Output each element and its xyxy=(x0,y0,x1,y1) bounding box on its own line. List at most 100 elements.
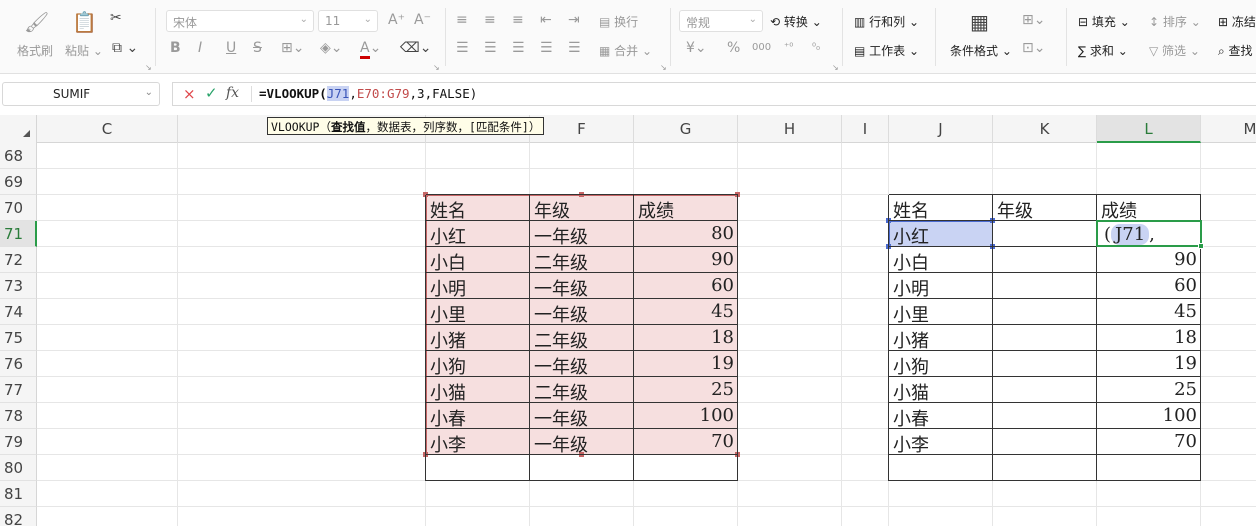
row-header-68[interactable]: 68 xyxy=(0,143,37,169)
copy-icon[interactable]: ⧉ ⌄ xyxy=(112,40,138,56)
insert-function-icon[interactable]: fx xyxy=(226,85,239,101)
left-table-name-cell[interactable]: 小春 xyxy=(426,403,530,429)
column-header-m[interactable]: M xyxy=(1201,115,1256,143)
column-header-g[interactable]: G xyxy=(634,115,738,143)
left-table-name-cell[interactable]: 小狗 xyxy=(426,351,530,377)
left-table-score-cell[interactable]: 45 xyxy=(634,299,738,325)
convert-button[interactable]: ⟲ 转换 ⌄ xyxy=(770,13,822,30)
left-table-header[interactable]: 姓名 xyxy=(426,195,530,221)
right-table-header[interactable]: 成绩 xyxy=(1097,195,1201,221)
align-expand-icon[interactable]: ↘ xyxy=(660,63,667,72)
row-header-82[interactable]: 82 xyxy=(0,507,37,526)
row-header-71[interactable]: 71 xyxy=(0,221,37,247)
decrease-font-icon[interactable]: A⁻ xyxy=(414,12,431,28)
fill-color-icon[interactable]: ◈⌄ xyxy=(320,40,343,56)
left-table-name-cell[interactable]: 小里 xyxy=(426,299,530,325)
sort-button[interactable]: ↕ 排序 ⌄ xyxy=(1149,13,1201,30)
right-table-score-cell[interactable]: 60 xyxy=(1097,273,1201,299)
right-table-name-cell[interactable]: 小李 xyxy=(889,429,993,455)
align-top-icon[interactable]: ≡ xyxy=(456,12,468,28)
row-header-69[interactable]: 69 xyxy=(0,169,37,195)
right-table-score-cell[interactable]: 25 xyxy=(1097,377,1201,403)
enter-icon[interactable]: ✓ xyxy=(205,84,218,102)
right-table-score-cell[interactable]: 100 xyxy=(1097,403,1201,429)
font-size-select[interactable]: 11 ⌄ xyxy=(318,10,378,32)
left-table-score-cell[interactable]: 90 xyxy=(634,247,738,273)
left-table-grade-cell[interactable]: 一年级 xyxy=(530,351,634,377)
left-table-header[interactable]: 年级 xyxy=(530,195,634,221)
row-header-75[interactable]: 75 xyxy=(0,325,37,351)
cut-icon[interactable]: ✂ xyxy=(110,10,122,26)
format-painter-icon[interactable]: 🖌 xyxy=(24,10,49,34)
left-table-grade-cell[interactable]: 二年级 xyxy=(530,247,634,273)
left-table-name-cell[interactable]: 小猪 xyxy=(426,325,530,351)
right-table-name-cell[interactable]: 小猪 xyxy=(889,325,993,351)
left-table-score-cell[interactable]: 100 xyxy=(634,403,738,429)
row-header-81[interactable]: 81 xyxy=(0,481,37,507)
left-table-score-cell[interactable]: 70 xyxy=(634,429,738,455)
clipboard-expand-icon[interactable]: ↘ xyxy=(145,63,152,72)
left-table-name-cell[interactable]: 小白 xyxy=(426,247,530,273)
sum-button[interactable]: ∑ 求和 ⌄ xyxy=(1078,42,1128,59)
number-expand-icon[interactable]: ↘ xyxy=(832,63,839,72)
left-table-grade-cell[interactable]: 二年级 xyxy=(530,377,634,403)
left-table-name-cell[interactable]: 小李 xyxy=(426,429,530,455)
conditional-format-button[interactable]: 条件格式 ⌄ xyxy=(950,42,1012,59)
row-header-77[interactable]: 77 xyxy=(0,377,37,403)
left-table-score-cell[interactable]: 60 xyxy=(634,273,738,299)
table-style-icon[interactable]: ⊡⌄ xyxy=(1022,40,1045,56)
column-header-j[interactable]: J xyxy=(889,115,993,143)
left-table-grade-cell[interactable]: 一年级 xyxy=(530,273,634,299)
rows-cols-button[interactable]: ▥ 行和列 ⌄ xyxy=(854,13,919,30)
column-header-l[interactable]: L xyxy=(1097,115,1201,143)
increase-font-icon[interactable]: A⁺ xyxy=(388,12,405,28)
spreadsheet-grid[interactable]: CDEFGHIJKLM 6869707172737475767778798081… xyxy=(0,115,1256,526)
format-painter-button[interactable]: 格式刷 xyxy=(17,42,53,59)
freeze-button[interactable]: ⊞ 冻结 xyxy=(1218,13,1256,30)
fill-handle[interactable] xyxy=(1198,243,1204,249)
right-table-header[interactable]: 姓名 xyxy=(889,195,993,221)
left-table-score-cell[interactable]: 18 xyxy=(634,325,738,351)
underline-button[interactable]: U xyxy=(226,40,236,56)
name-box[interactable]: SUMIF ⌄ xyxy=(2,82,160,106)
increase-decimal-icon[interactable]: ⁺⁰ xyxy=(784,42,793,53)
right-table-score-cell[interactable]: 70 xyxy=(1097,429,1201,455)
strikethrough-button[interactable]: S xyxy=(253,40,262,56)
row-header-76[interactable]: 76 xyxy=(0,351,37,377)
right-table-name-cell[interactable]: 小明 xyxy=(889,273,993,299)
wrap-text-button[interactable]: ▤ 换行 xyxy=(599,13,638,30)
worksheet-button[interactable]: ▤ 工作表 ⌄ xyxy=(854,42,919,59)
right-table-name-cell[interactable]: 小春 xyxy=(889,403,993,429)
border-icon[interactable]: ⊞⌄ xyxy=(281,40,304,56)
indent-decrease-icon[interactable]: ⇤ xyxy=(540,12,552,28)
paste-button[interactable]: 粘贴 ⌄ xyxy=(65,42,103,59)
conditional-format-icon[interactable]: ▦ xyxy=(970,10,989,34)
column-header-h[interactable]: H xyxy=(738,115,842,143)
align-bottom-icon[interactable]: ≡ xyxy=(512,12,524,28)
align-left-icon[interactable]: ☰ xyxy=(456,40,469,56)
left-table-name-cell[interactable]: 小猫 xyxy=(426,377,530,403)
right-table-header[interactable]: 年级 xyxy=(993,195,1097,221)
percent-button[interactable]: % xyxy=(727,40,740,56)
italic-button[interactable]: I xyxy=(198,40,202,56)
align-right-icon[interactable]: ☰ xyxy=(512,40,525,56)
select-all-corner[interactable] xyxy=(0,115,37,143)
right-table-name-cell[interactable]: 小猫 xyxy=(889,377,993,403)
formula-text[interactable]: =VLOOKUP(J71,E70:G79,3,FALSE) xyxy=(259,86,477,101)
column-header-c[interactable]: C xyxy=(37,115,178,143)
row-header-73[interactable]: 73 xyxy=(0,273,37,299)
left-table-score-cell[interactable]: 25 xyxy=(634,377,738,403)
left-table-score-cell[interactable]: 80 xyxy=(634,221,738,247)
filter-button[interactable]: ▽ 筛选 ⌄ xyxy=(1149,42,1200,59)
right-table-score-cell[interactable]: 45 xyxy=(1097,299,1201,325)
right-table-name-cell[interactable]: 小里 xyxy=(889,299,993,325)
row-header-79[interactable]: 79 xyxy=(0,429,37,455)
cancel-icon[interactable]: × xyxy=(183,85,196,103)
right-table-score-cell[interactable]: 90 xyxy=(1097,247,1201,273)
merge-button[interactable]: ▦ 合并 ⌄ xyxy=(599,42,652,59)
row-header-78[interactable]: 78 xyxy=(0,403,37,429)
active-cell-editor[interactable]: (J71, xyxy=(1096,220,1202,247)
column-header-k[interactable]: K xyxy=(993,115,1097,143)
row-header-74[interactable]: 74 xyxy=(0,299,37,325)
left-table-name-cell[interactable]: 小明 xyxy=(426,273,530,299)
